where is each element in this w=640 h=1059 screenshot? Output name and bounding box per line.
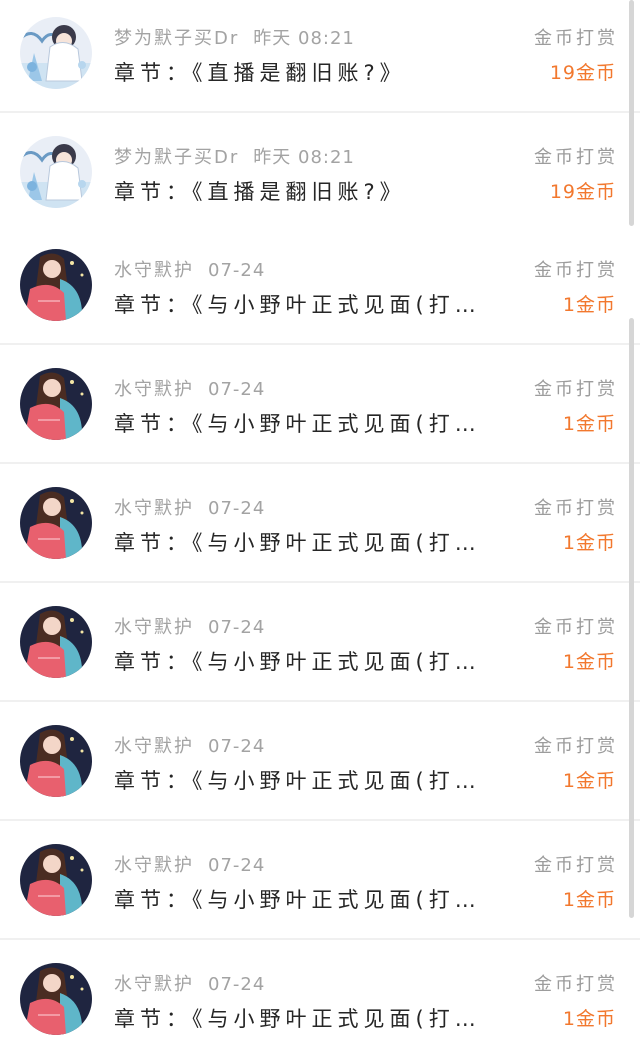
chapter-title[interactable]: 章节：《与小野叶正式见面(打… [114,1003,514,1035]
user-meta: 梦为默子买Dr 昨天 08:21 [114,27,355,51]
user-avatar[interactable] [20,17,92,89]
chapter-title[interactable]: 章节：《与小野叶正式见面(打… [114,765,514,797]
reward-amount: 1金币 [562,532,616,554]
reward-amount: 1金币 [562,413,616,435]
user-avatar[interactable] [20,606,92,678]
user-meta: 水守默护 07-24 [114,735,265,759]
reward-amount: 1金币 [562,651,616,673]
timestamp: 昨天 08:21 [253,147,355,168]
reward-row[interactable]: 水守默护 07-24 章节：《与小野叶正式见面(打… 金币打赏 1金币 [0,345,640,464]
chapter-title[interactable]: 章节：《与小野叶正式见面(打… [114,646,514,678]
chapter-title[interactable]: 章节：《直播是翻旧账?》 [114,176,514,208]
reward-type: 金币打赏 [534,28,618,49]
timestamp: 07-24 [208,974,266,995]
reward-amount: 19金币 [549,181,616,203]
timestamp: 07-24 [208,855,266,876]
reward-row[interactable]: 水守默护 07-24 章节：《与小野叶正式见面(打… 金币打赏 1金币 [0,583,640,702]
reward-amount: 1金币 [562,889,616,911]
user-avatar[interactable] [20,136,92,208]
user-meta: 水守默护 07-24 [114,497,265,521]
chapter-title[interactable]: 章节：《与小野叶正式见面(打… [114,884,514,916]
user-avatar[interactable] [20,725,92,797]
reward-type: 金币打赏 [534,855,618,876]
reward-row[interactable]: 水守默护 07-24 章节：《与小野叶正式见面(打… 金币打赏 1金币 [0,702,640,821]
reward-type: 金币打赏 [534,379,618,400]
user-meta: 水守默护 07-24 [114,854,265,878]
username[interactable]: 水守默护 [114,855,194,876]
chapter-title[interactable]: 章节：《与小野叶正式见面(打… [114,527,514,559]
username[interactable]: 水守默护 [114,974,194,995]
timestamp: 07-24 [208,260,266,281]
user-meta: 梦为默子买Dr 昨天 08:21 [114,146,355,170]
chapter-title[interactable]: 章节：《与小野叶正式见面(打… [114,289,514,321]
user-avatar[interactable] [20,249,92,321]
user-avatar[interactable] [20,368,92,440]
timestamp: 07-24 [208,498,266,519]
reward-type: 金币打赏 [534,498,618,519]
timestamp: 07-24 [208,617,266,638]
reward-type: 金币打赏 [534,736,618,757]
user-avatar[interactable] [20,963,92,1035]
reward-row[interactable]: 水守默护 07-24 章节：《与小野叶正式见面(打… 金币打赏 1金币 [0,940,640,1059]
reward-amount: 1金币 [562,770,616,792]
user-avatar[interactable] [20,487,92,559]
user-meta: 水守默护 07-24 [114,378,265,402]
reward-type: 金币打赏 [534,260,618,281]
scrollbar-upper[interactable] [629,0,634,226]
username[interactable]: 梦为默子买Dr [114,147,239,168]
reward-row[interactable]: 水守默护 07-24 章节：《与小野叶正式见面(打… 金币打赏 1金币 [0,226,640,345]
reward-row[interactable]: 水守默护 07-24 章节：《与小野叶正式见面(打… 金币打赏 1金币 [0,464,640,583]
user-avatar[interactable] [20,844,92,916]
username[interactable]: 梦为默子买Dr [114,28,239,49]
reward-amount: 1金币 [562,1008,616,1030]
timestamp: 07-24 [208,736,266,757]
reward-amount: 19金币 [549,62,616,84]
user-meta: 水守默护 07-24 [114,973,265,997]
reward-type: 金币打赏 [534,617,618,638]
reward-row[interactable]: 梦为默子买Dr 昨天 08:21 章节：《直播是翻旧账?》 金币打赏 19金币 [0,0,640,113]
reward-row[interactable]: 梦为默子买Dr 昨天 08:21 章节：《直播是翻旧账?》 金币打赏 19金币 [0,113,640,232]
username[interactable]: 水守默护 [114,617,194,638]
username[interactable]: 水守默护 [114,498,194,519]
scrollbar-lower[interactable] [629,318,634,918]
reward-amount: 1金币 [562,294,616,316]
reward-row[interactable]: 水守默护 07-24 章节：《与小野叶正式见面(打… 金币打赏 1金币 [0,821,640,940]
chapter-title[interactable]: 章节：《与小野叶正式见面(打… [114,408,514,440]
username[interactable]: 水守默护 [114,736,194,757]
username[interactable]: 水守默护 [114,260,194,281]
chapter-title[interactable]: 章节：《直播是翻旧账?》 [114,57,514,89]
reward-type: 金币打赏 [534,974,618,995]
timestamp: 昨天 08:21 [253,28,355,49]
username[interactable]: 水守默护 [114,379,194,400]
user-meta: 水守默护 07-24 [114,259,265,283]
timestamp: 07-24 [208,379,266,400]
reward-type: 金币打赏 [534,147,618,168]
user-meta: 水守默护 07-24 [114,616,265,640]
reward-list-page: { "colors": { "amount": "#f2782e", "meta… [0,0,640,1059]
